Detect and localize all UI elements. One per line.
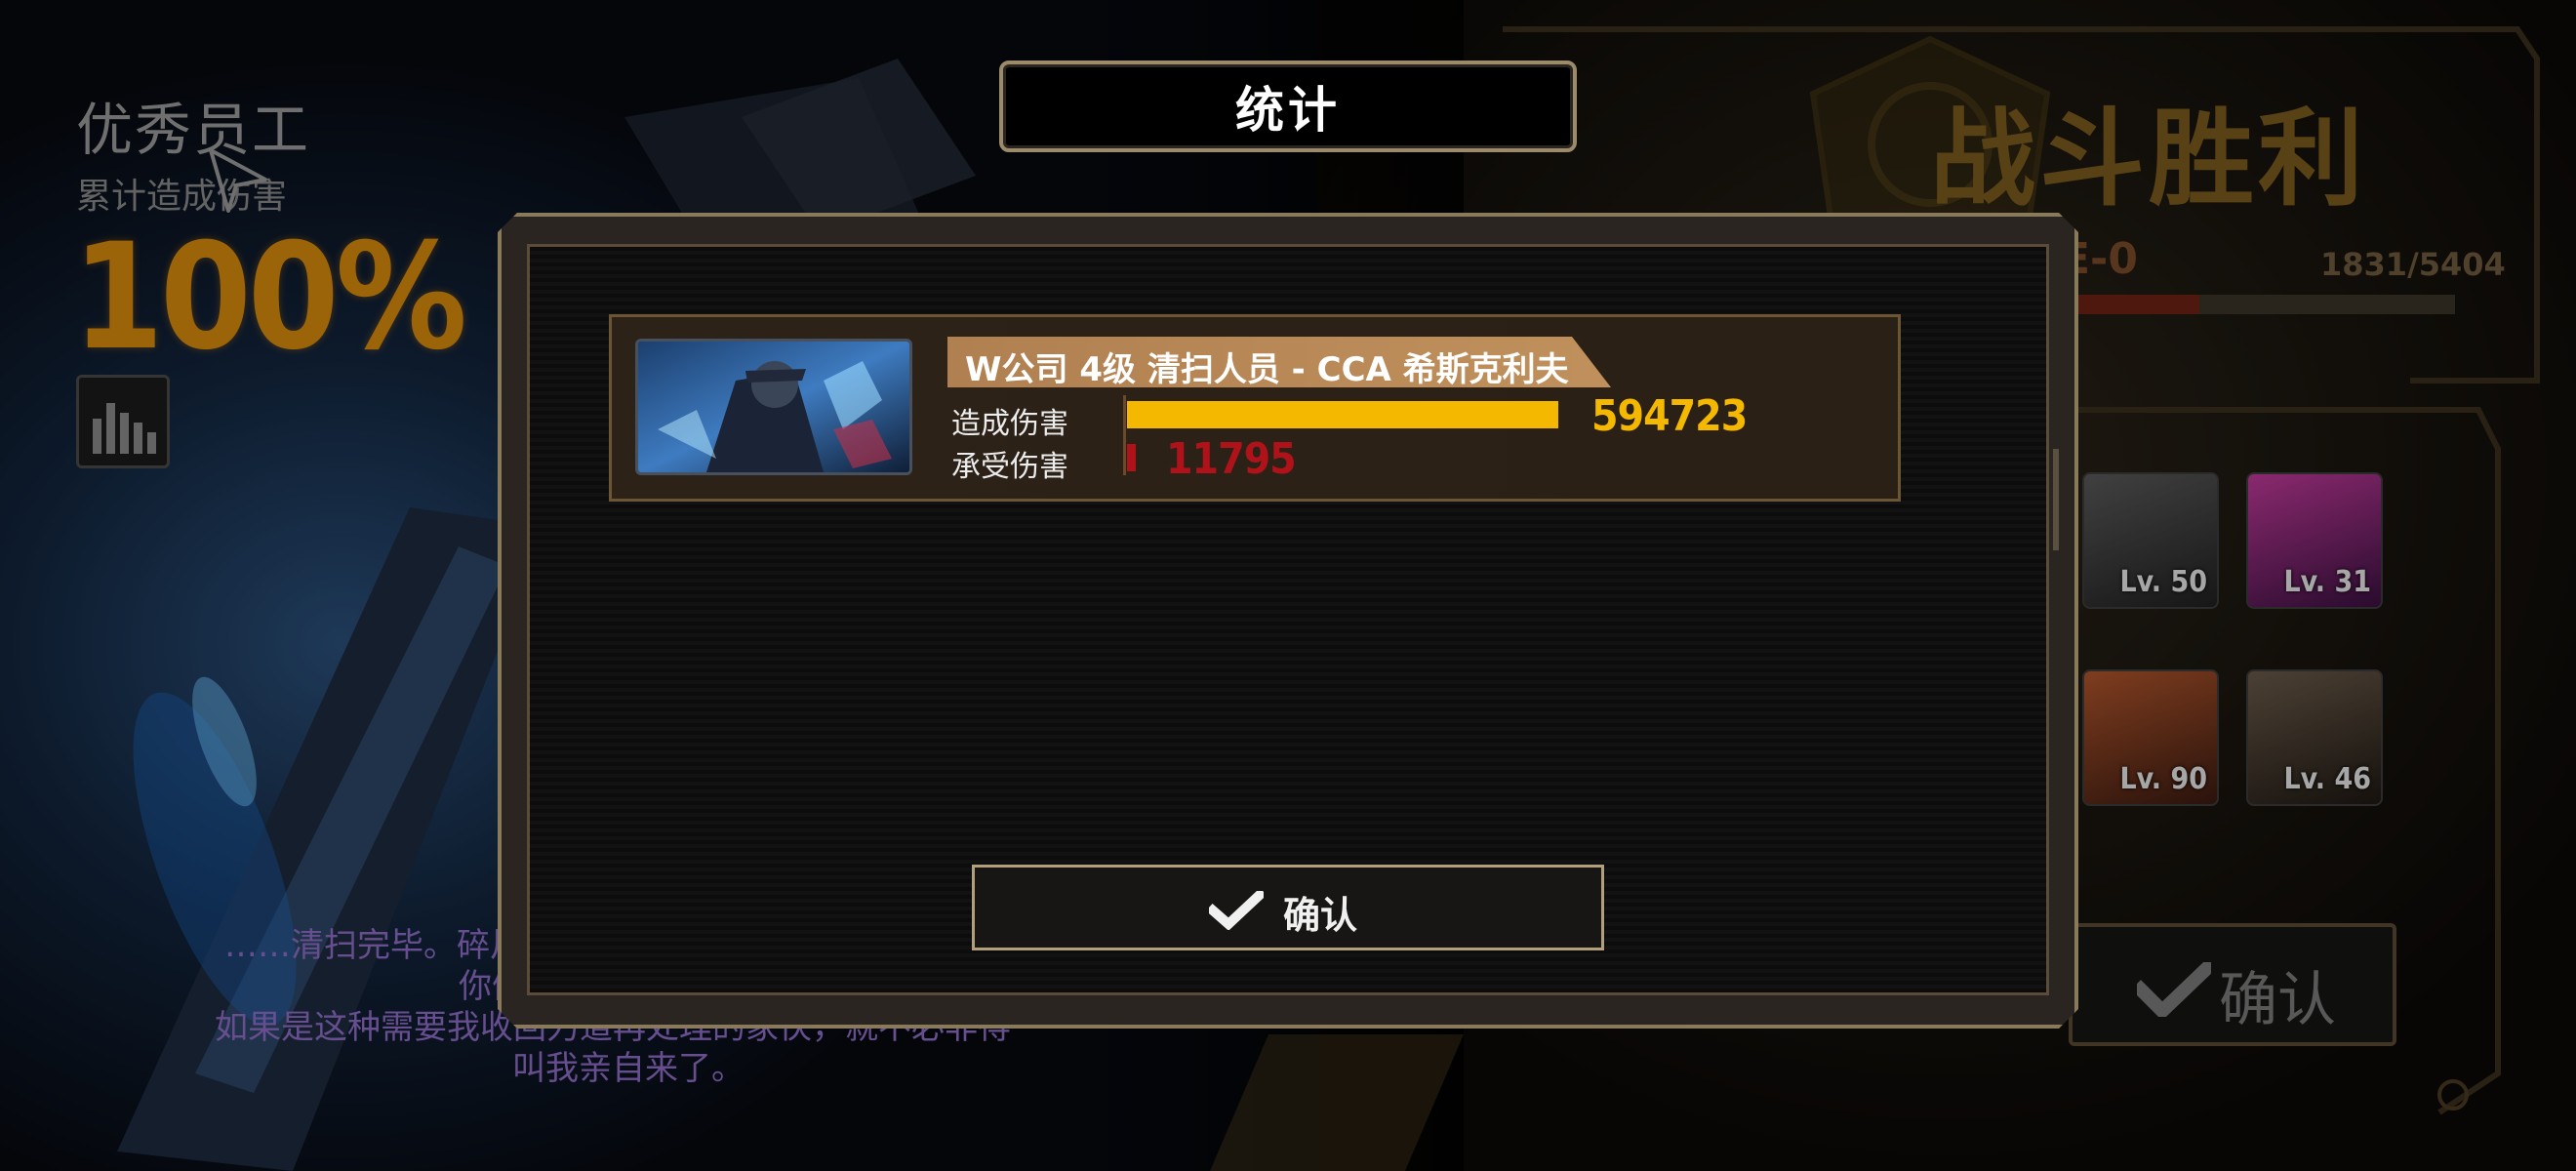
character-stats-row: W公司 4级 清扫人员 - CCA 希斯克利夫 造成伤害 承受伤害 594723…	[609, 314, 1901, 502]
character-name-banner: W公司 4级 清扫人员 - CCA 希斯克利夫	[947, 337, 1611, 387]
character-name: W公司 4级 清扫人员 - CCA 希斯克利夫	[965, 350, 1569, 389]
damage-dealt-bar	[1127, 401, 1558, 428]
damage-dealt-value: 594723	[1591, 391, 1748, 441]
character-portrait	[635, 339, 912, 475]
confirm-button[interactable]: 确认	[972, 865, 1604, 950]
checkmark-icon	[1209, 891, 1264, 930]
damage-dealt-label: 造成伤害	[951, 407, 1068, 441]
damage-taken-label: 承受伤害	[951, 450, 1068, 484]
damage-taken-bar	[1127, 444, 1136, 471]
modal-title: 统计	[1235, 82, 1341, 139]
damage-taken-value: 11795	[1166, 434, 1297, 484]
bar-axis	[1123, 395, 1126, 475]
modal-title-bar: 统计	[999, 61, 1577, 152]
confirm-label: 确认	[1283, 894, 1358, 937]
list-scrollbar[interactable]	[2053, 449, 2059, 550]
